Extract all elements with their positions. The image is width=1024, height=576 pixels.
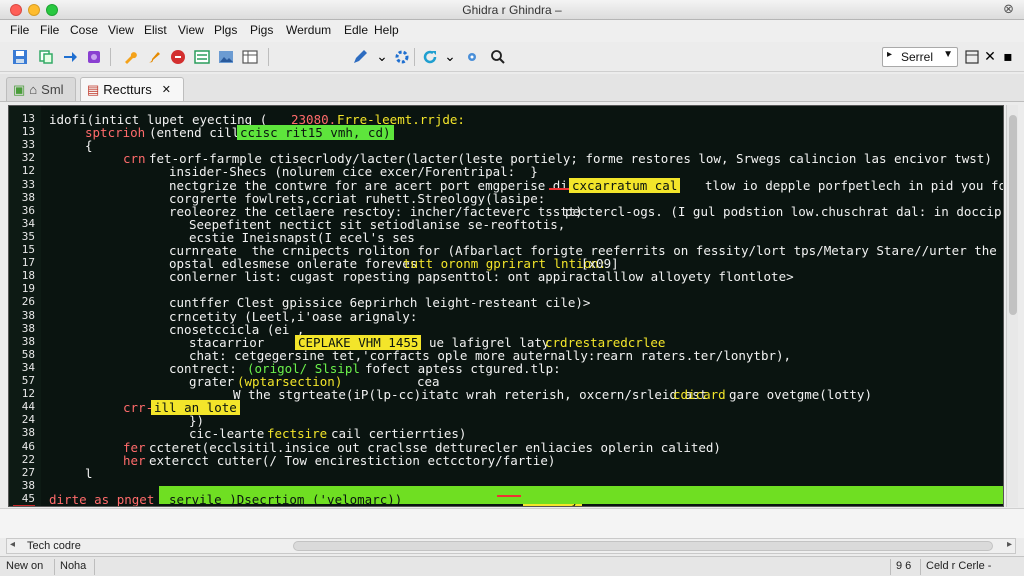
- code-token: l: [85, 465, 93, 481]
- chevron-down-icon-2[interactable]: ⌄: [440, 47, 460, 67]
- error-marker-2: [497, 495, 521, 497]
- wrench-icon[interactable]: [120, 47, 140, 67]
- search-scope-select[interactable]: Serrel ▼ ▸: [882, 47, 958, 67]
- window-title: Ghidra r Ghindra –: [462, 3, 562, 17]
- code-line[interactable]: l: [9, 465, 1003, 481]
- menu-file[interactable]: File: [10, 23, 29, 37]
- list-icon[interactable]: [192, 47, 212, 67]
- horizontal-scroll-thumb[interactable]: [293, 541, 993, 551]
- error-marker: [549, 188, 569, 190]
- status-divider: [54, 559, 55, 575]
- status-divider-4: [920, 559, 921, 575]
- window-tile-icon[interactable]: [962, 47, 982, 67]
- search-scope-value: Serrel: [901, 50, 934, 64]
- stop-icon[interactable]: [168, 47, 188, 67]
- line-number: 38: [21, 478, 35, 492]
- bottom-panel: [0, 508, 1024, 538]
- settings-cog-icon[interactable]: [462, 47, 482, 67]
- menu-cose[interactable]: Cose: [70, 23, 98, 37]
- status-divider-2: [94, 559, 95, 575]
- folder-icon: ▣: [13, 81, 26, 97]
- menu-file-2[interactable]: File: [40, 23, 59, 37]
- scroll-right-icon[interactable]: ▸: [1007, 539, 1012, 550]
- scroll-left-icon[interactable]: ◂: [10, 539, 15, 550]
- overflow-icon[interactable]: ▪: [998, 47, 1018, 67]
- menu-werdum[interactable]: Werdum: [286, 23, 331, 37]
- code-token: dirte as pnget: [49, 491, 155, 507]
- menu-view[interactable]: View: [108, 23, 134, 37]
- tab-rectturs-label: Rectturs: [103, 82, 152, 97]
- puzzle-icon[interactable]: [84, 47, 104, 67]
- save-icon[interactable]: [10, 47, 30, 67]
- app-window: Ghidra r Ghindra – ⊗ File File Cose View…: [0, 0, 1024, 576]
- status-encoding: Celd r Cerle -: [926, 560, 992, 572]
- status-bar: New on Noha 9 6 Celd r Cerle -: [0, 556, 1024, 576]
- bottom-label: Tech codre: [27, 540, 81, 552]
- code-token: servile )Dsecrtiom ('velomarc)): [169, 491, 403, 507]
- code-editor[interactable]: 13 13 33 32 12 33 38 36 34 35 15 17 18 19 26 38 38 38 58 34…: [8, 105, 1004, 507]
- tab-sml-label: Sml: [41, 82, 64, 97]
- menu-elist[interactable]: Elist: [144, 23, 167, 37]
- menu-edle[interactable]: Edle: [344, 23, 368, 37]
- refresh-icon[interactable]: [420, 47, 440, 67]
- status-message: Noha: [60, 560, 87, 572]
- vertical-scrollbar[interactable]: [1006, 105, 1018, 507]
- chevron-down-icon-3: ▼: [943, 49, 953, 60]
- tab-sml[interactable]: ▣ ⌂ Sml: [6, 77, 76, 101]
- horizontal-scrollbar[interactable]: ◂ Tech codre ▸: [6, 538, 1016, 554]
- lock-icon: ⌂: [29, 82, 38, 97]
- pen-icon[interactable]: [350, 47, 370, 67]
- title-bar: Ghidra r Ghindra – ⊗: [0, 0, 1024, 20]
- status-position: 9 6: [896, 560, 912, 572]
- toolbar-separator: [110, 48, 111, 66]
- copy-icon[interactable]: [36, 47, 56, 67]
- tab-rectturs[interactable]: ▤ Rectturs ✕: [80, 77, 184, 101]
- close-icon[interactable]: ⊗: [1003, 2, 1014, 17]
- gear-icon[interactable]: [392, 47, 412, 67]
- toolbar-separator-3: [414, 48, 415, 66]
- menu-plgs[interactable]: Plgs: [214, 23, 237, 37]
- close-panel-icon[interactable]: ✕: [980, 47, 1000, 67]
- tab-close-icon[interactable]: ✕: [162, 83, 171, 96]
- document-icon: ▤: [87, 81, 100, 97]
- search-scope-icon: ▸: [887, 49, 893, 60]
- search-icon[interactable]: [488, 47, 508, 67]
- menu-view-2[interactable]: View: [178, 23, 204, 37]
- status-mode: New on: [6, 560, 44, 572]
- image-icon[interactable]: [216, 47, 236, 67]
- brush-icon[interactable]: [144, 47, 164, 67]
- status-divider-3: [890, 559, 891, 575]
- menu-pigs[interactable]: Pigs: [250, 23, 273, 37]
- vertical-scroll-thumb[interactable]: [1009, 115, 1017, 315]
- chevron-down-icon[interactable]: ⌄: [372, 47, 392, 67]
- table-icon[interactable]: [240, 47, 260, 67]
- toolbar: ⌄ ⌄ ✕ ▪: [0, 42, 1024, 72]
- forward-icon[interactable]: [60, 47, 80, 67]
- menu-help[interactable]: Help: [374, 23, 399, 37]
- menu-bar: File File Cose View Elist View Plgs Pigs…: [0, 20, 1024, 42]
- tab-bar: ▣ ⌂ Sml ▤ Rectturs ✕: [0, 74, 1024, 102]
- toolbar-separator-2: [268, 48, 269, 66]
